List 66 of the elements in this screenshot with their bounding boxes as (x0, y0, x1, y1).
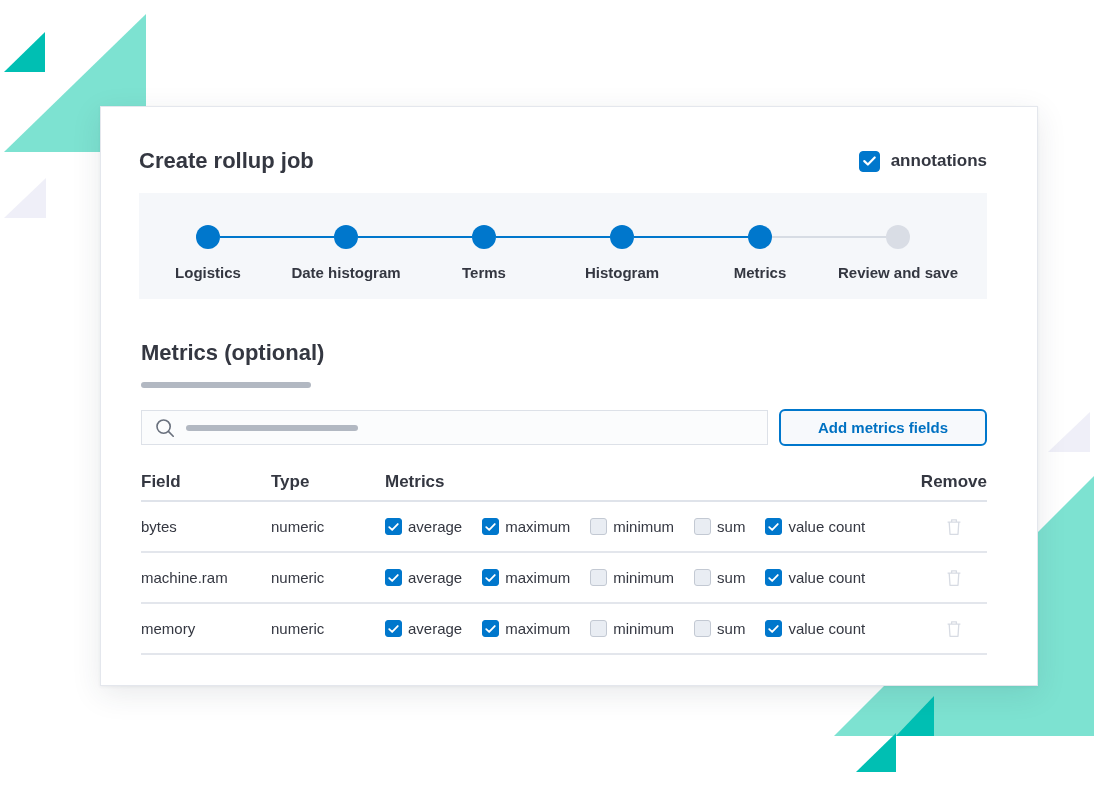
decorative-triangle (856, 733, 896, 772)
step-label: Histogram (584, 264, 660, 282)
checkbox-label: value count (788, 517, 866, 536)
checkbox[interactable] (385, 569, 402, 586)
checkbox[interactable] (765, 569, 783, 586)
step-label: Review and save (837, 264, 959, 282)
checkmark-icon (485, 573, 497, 582)
checkmark-icon (862, 156, 876, 166)
checkbox-label: value count (788, 568, 866, 587)
checkbox-label: sum (717, 568, 746, 587)
step-label: Terms (462, 264, 506, 282)
checkbox-label: sum (717, 619, 746, 638)
table-cell: bytes (141, 517, 177, 535)
checkbox-label: value count (788, 619, 866, 638)
checkbox-label: maximum (505, 568, 571, 587)
column-header: Field (141, 472, 181, 491)
checkmark-icon (485, 624, 497, 633)
checkbox-label: minimum (613, 517, 675, 536)
checkmark-icon (768, 624, 780, 633)
table-cell: numeric (271, 517, 325, 535)
checkbox-label: average (408, 568, 463, 587)
checkmark-icon (768, 573, 780, 582)
checkbox-label: average (408, 517, 463, 536)
column-header: Remove (920, 472, 987, 491)
checkbox-label: sum (717, 517, 746, 536)
checkbox-label: maximum (505, 517, 571, 536)
add-fields-button[interactable]: Add metrics fields (779, 409, 987, 446)
decorative-triangle (4, 32, 45, 72)
section-heading: Metrics (optional) (141, 339, 326, 367)
checkbox[interactable] (482, 569, 500, 586)
checkbox[interactable] (385, 518, 402, 535)
checkmark-icon (768, 522, 780, 531)
checkmark-icon (388, 573, 399, 582)
table-cell: machine.ram (141, 568, 228, 586)
checkbox-label: minimum (613, 568, 675, 587)
checkbox[interactable] (590, 518, 608, 535)
checkbox[interactable] (858, 150, 880, 172)
checkbox-label: minimum (613, 619, 675, 638)
search-icon (156, 418, 174, 437)
checkbox[interactable] (482, 518, 500, 535)
decorative-triangle (896, 696, 934, 736)
checkbox[interactable] (694, 518, 712, 535)
page-title: Create rollup job (139, 147, 314, 175)
checkmark-icon (485, 522, 497, 531)
checkbox[interactable] (482, 620, 500, 637)
checkmark-icon (388, 522, 399, 531)
checkbox[interactable] (765, 518, 783, 535)
table-cell: numeric (271, 619, 325, 637)
step-label: Date histogram (291, 264, 401, 282)
checkbox[interactable] (694, 620, 712, 637)
checkbox-label: annotations (890, 150, 987, 172)
checkbox-label: average (408, 619, 463, 638)
checkbox[interactable] (385, 620, 402, 637)
step-label: Metrics (733, 264, 787, 282)
checkbox[interactable] (765, 620, 783, 637)
checkbox[interactable] (590, 620, 608, 637)
checkbox[interactable] (590, 569, 608, 586)
table-cell: numeric (271, 568, 325, 586)
search-field[interactable] (141, 410, 768, 445)
column-header: Metrics (385, 472, 445, 491)
step-label: Logistics (175, 264, 241, 282)
checkbox-label: maximum (505, 619, 571, 638)
table-cell: memory (141, 619, 196, 637)
column-header: Type (271, 472, 310, 491)
checkmark-icon (388, 624, 399, 633)
checkbox[interactable] (694, 569, 712, 586)
